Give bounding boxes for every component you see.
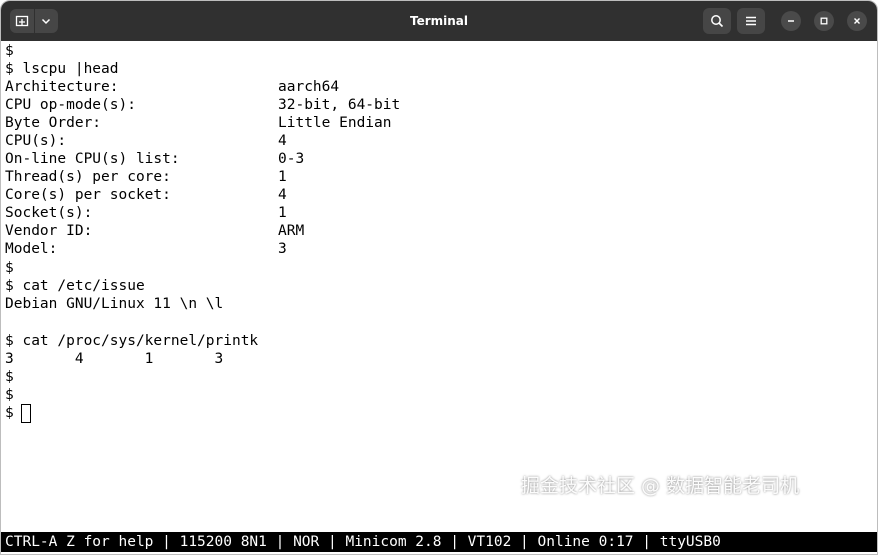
watermark: 掘金技术社区 @ 数据智能老司机: [521, 475, 800, 497]
terminal-line: $: [5, 387, 14, 403]
maximize-button[interactable]: [814, 11, 834, 31]
terminal-line: $: [5, 260, 14, 276]
terminal-value: 1: [278, 169, 287, 185]
menu-button[interactable]: [737, 8, 765, 34]
terminal-prompt-line: $: [5, 405, 23, 421]
terminal-value: ARM: [278, 223, 305, 239]
terminal-line: Core(s) per socket:: [5, 187, 171, 203]
title-bar: Terminal: [1, 1, 877, 41]
terminal-line: Architecture:: [5, 79, 119, 95]
terminal-value: 3: [278, 241, 287, 257]
terminal-line: On-line CPU(s) list:: [5, 151, 180, 167]
terminal-value: Little Endian: [278, 115, 392, 131]
terminal-line: $ cat /proc/sys/kernel/printk: [5, 333, 259, 349]
terminal-line: CPU op-mode(s):: [5, 97, 136, 113]
terminal-cursor: [21, 404, 31, 423]
close-button[interactable]: [847, 11, 867, 31]
close-icon: [854, 18, 860, 24]
terminal-value: 4: [278, 187, 287, 203]
terminal-value: 4: [278, 133, 287, 149]
terminal-line: Socket(s):: [5, 205, 93, 221]
terminal-value: 0-3: [278, 151, 305, 167]
terminal-value: 32-bit, 64-bit: [278, 97, 401, 113]
terminal-line: Vendor ID:: [5, 223, 93, 239]
minimize-icon: [788, 20, 794, 22]
hamburger-menu-icon: [746, 16, 756, 26]
terminal-line: $: [5, 369, 14, 385]
terminal-line: $ lscpu |head: [5, 61, 119, 77]
terminal-value: 1: [278, 205, 287, 221]
minicom-status-bar: CTRL-A Z for help | 115200 8N1 | NOR | M…: [1, 532, 877, 552]
terminal-line: Thread(s) per core:: [5, 169, 171, 185]
terminal-value: aarch64: [278, 79, 340, 95]
search-icon: [711, 15, 724, 28]
terminal-line: Debian GNU/Linux 11 \n \l: [5, 296, 224, 312]
terminal-line: CPU(s):: [5, 133, 67, 149]
terminal-line: $: [5, 43, 14, 59]
minimize-button[interactable]: [781, 11, 801, 31]
search-button[interactable]: [703, 8, 731, 34]
terminal-window: Terminal $ $ lscpu |head Architecture: a…: [0, 0, 878, 555]
terminal-line: Byte Order:: [5, 115, 102, 131]
terminal-line: Model:: [5, 241, 58, 257]
terminal-line: 3 4 1 3: [5, 351, 224, 367]
maximize-icon: [820, 17, 828, 25]
terminal-line: $ cat /etc/issue: [5, 278, 145, 294]
